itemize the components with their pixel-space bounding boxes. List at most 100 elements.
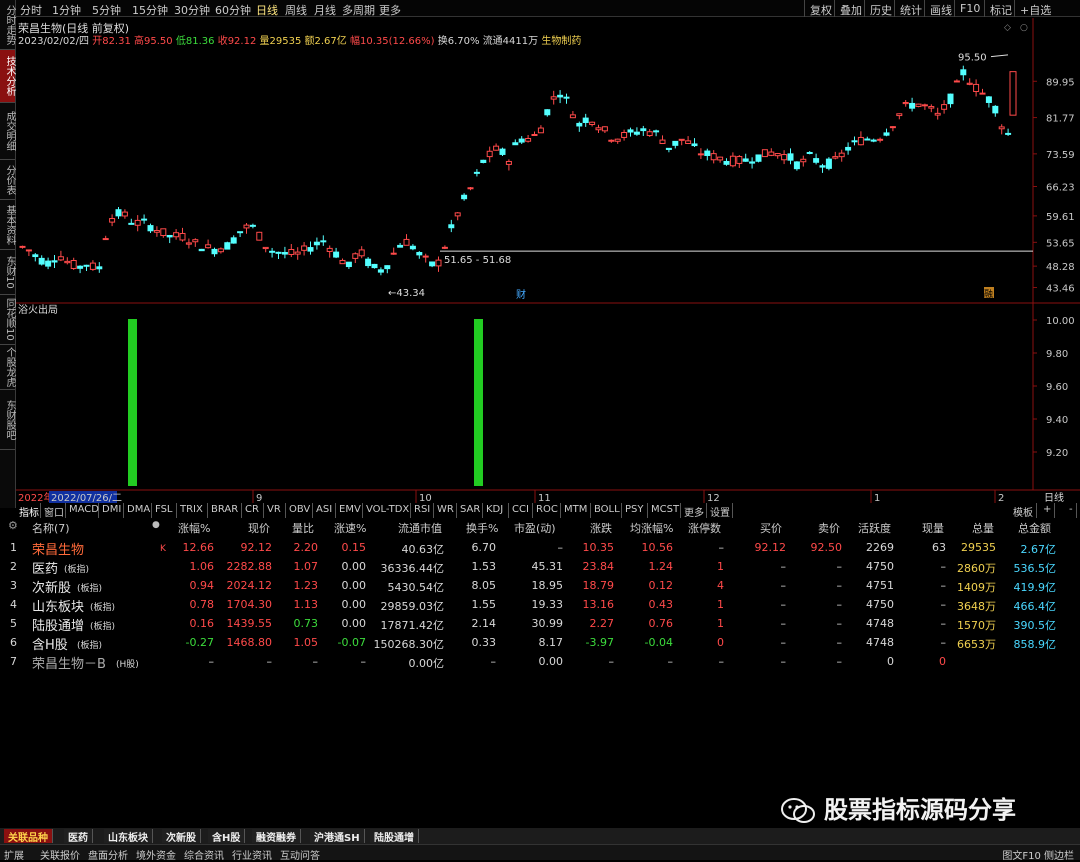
ind-tab-13[interactable]: VOL-TDX xyxy=(363,503,411,518)
col-header-6[interactable]: 换手% xyxy=(466,520,498,536)
ind-tab-2[interactable]: MACD xyxy=(66,503,99,518)
settings-gear-icon[interactable]: ⚙ xyxy=(8,519,18,532)
ind-tab-23[interactable]: MCST xyxy=(648,503,681,518)
ind-tab-9[interactable]: VR xyxy=(264,503,286,518)
col-header-11[interactable]: 买价 xyxy=(760,520,782,536)
bottom-tab-7[interactable]: 陆股通增 xyxy=(370,829,419,844)
col-header-3[interactable]: 量比 xyxy=(292,520,314,536)
ind-tab-0[interactable]: 指标 xyxy=(16,503,41,519)
table-row[interactable]: 4 山东板块 (板指) 0.78 1704.30 1.13 0.00 29859.03亿 1.5… xyxy=(0,595,1080,615)
btn-f10[interactable]: F10 xyxy=(954,0,985,17)
tf-15min[interactable]: 15分钟 xyxy=(132,2,168,18)
tf-daily[interactable]: 日线 xyxy=(256,2,278,18)
bottom-tab-6[interactable]: 沪港通SH xyxy=(310,829,365,844)
table-row[interactable]: 1 荣昌生物 K 12.66 92.12 2.20 0.15 40.63亿 6.70 – 10.35… xyxy=(0,538,1080,558)
col-header-12[interactable]: 卖价 xyxy=(818,520,840,536)
tf-30min[interactable]: 30分钟 xyxy=(174,2,210,18)
tf-1min[interactable]: 1分钟 xyxy=(52,2,81,18)
col-header-2[interactable]: 现价 xyxy=(248,520,270,536)
col-header-5[interactable]: 流通市值 xyxy=(398,520,442,536)
ind-tab-7[interactable]: BRAR xyxy=(208,503,242,518)
col-header-16[interactable]: 总金额 xyxy=(1018,520,1051,536)
ind-tab-15[interactable]: WR xyxy=(434,503,457,518)
col-header-13[interactable]: 活跃度 xyxy=(858,520,891,536)
col-header-7[interactable]: 市盈(动) xyxy=(514,520,556,536)
table-row[interactable]: 2 医药 (板指) 1.06 2282.88 1.07 0.00 36336.44亿 1.53 4… xyxy=(0,557,1080,577)
row-name[interactable]: 医药 xyxy=(32,558,58,577)
bottom-tab-5[interactable]: 融资融券 xyxy=(252,829,301,844)
ind-tab-21[interactable]: BOLL xyxy=(591,503,622,518)
btn-draw[interactable]: 画线 xyxy=(924,0,957,17)
bottom-tab-1[interactable]: 医药 xyxy=(64,829,93,844)
ind-tab-22[interactable]: PSY xyxy=(622,503,648,518)
row-name[interactable]: 荣昌生物－B xyxy=(32,653,106,672)
tf-60min[interactable]: 60分钟 xyxy=(215,2,251,18)
row-name[interactable]: 荣昌生物 xyxy=(32,539,84,558)
ind-tab-4[interactable]: DMA xyxy=(124,503,152,518)
left-tab-3[interactable]: 分价表 xyxy=(0,160,15,200)
btn-mark[interactable]: 标记 xyxy=(984,0,1017,17)
col-header-0[interactable]: 名称(7) xyxy=(32,520,70,536)
left-tab-8[interactable]: 东财股吧 xyxy=(0,390,15,450)
col-header-1[interactable]: 涨幅% xyxy=(178,520,210,536)
ind-tab-5[interactable]: FSL xyxy=(152,503,177,518)
kline-chart-area[interactable]: 荣昌生物(日线 前复权) 2023/02/02/四 开82.31 高95.50 … xyxy=(16,18,1080,506)
tf-monthly[interactable]: 月线 xyxy=(314,2,336,18)
col-header-15[interactable]: 总量 xyxy=(972,520,994,536)
right-tab-0[interactable]: 模板 xyxy=(1010,503,1037,519)
row-name[interactable]: 含H股 xyxy=(32,634,68,653)
tf-multi[interactable]: 多周期 xyxy=(342,2,375,18)
ind-tab-20[interactable]: MTM xyxy=(561,503,591,518)
ind-tab-1[interactable]: 窗口 xyxy=(41,503,66,519)
ind-tab-8[interactable]: CR xyxy=(242,503,264,518)
left-tab-7[interactable]: 个股龙虎 xyxy=(0,345,15,390)
right-tab-2[interactable]: - xyxy=(1066,503,1077,518)
table-row[interactable]: 7 荣昌生物－B (H股) – – – – 0.00亿 – 0.00 – – – – – 0 0 xyxy=(0,652,1080,672)
bottom-tab-2[interactable]: 山东板块 xyxy=(104,829,153,844)
col-header-8[interactable]: 涨跌 xyxy=(590,520,612,536)
left-tab-5[interactable]: 东财10 xyxy=(0,250,15,295)
ind-tab-19[interactable]: ROC xyxy=(533,503,561,518)
ind-tab-14[interactable]: RSI xyxy=(411,503,434,518)
ind-tab-17[interactable]: KDJ xyxy=(483,503,509,518)
ind-tab-10[interactable]: OBV xyxy=(286,503,313,518)
col-header-14[interactable]: 现量 xyxy=(922,520,944,536)
table-row[interactable]: 3 次新股 (板指) 0.94 2024.12 1.23 0.00 5430.54亿 8.05 1… xyxy=(0,576,1080,596)
col-header-4[interactable]: 涨速% xyxy=(334,520,366,536)
ind-tab-11[interactable]: ASI xyxy=(313,503,336,518)
col-header-9[interactable]: 均涨幅% xyxy=(630,520,673,536)
bottom-tab-0[interactable]: 关联品种 xyxy=(4,829,53,844)
table-row[interactable]: 6 含H股 (板指) -0.27 1468.80 1.05 -0.07 150268.30亿 0… xyxy=(0,633,1080,653)
tf-weekly[interactable]: 周线 xyxy=(285,2,307,18)
left-tab-6[interactable]: 同花顺10 xyxy=(0,295,15,345)
bottom-tab-3[interactable]: 次新股 xyxy=(162,829,201,844)
left-tab-1[interactable]: 技术分析 xyxy=(0,50,15,103)
left-tab-2[interactable]: 成交明细 xyxy=(0,103,15,160)
tf-more[interactable]: 更多 xyxy=(379,2,401,18)
tf-5min[interactable]: 5分钟 xyxy=(92,2,121,18)
btn-history[interactable]: 历史 xyxy=(864,0,897,17)
table-row[interactable]: 5 陆股通增 (板指) 0.16 1439.55 0.73 0.00 17871.42亿 2.1… xyxy=(0,614,1080,634)
ind-tab-3[interactable]: DMI xyxy=(99,503,124,518)
ind-tab-18[interactable]: CCI xyxy=(509,503,533,518)
row-name[interactable]: 陆股通增 xyxy=(32,615,84,634)
btn-fuquan[interactable]: 复权 xyxy=(804,0,837,17)
col-header-10[interactable]: 涨停数 xyxy=(688,520,721,536)
row-name[interactable]: 次新股 xyxy=(32,577,71,596)
candle-body xyxy=(838,152,845,158)
btn-overlay[interactable]: 叠加 xyxy=(834,0,867,17)
ind-tab-16[interactable]: SAR xyxy=(457,503,483,518)
tf-fenshi[interactable]: 分时 xyxy=(20,2,42,18)
ind-tab-12[interactable]: EMV xyxy=(336,503,363,518)
row-name[interactable]: 山东板块 xyxy=(32,596,84,615)
left-tab-4[interactable]: 基本资料 xyxy=(0,200,15,250)
left-tab-0[interactable]: 分时走势 xyxy=(0,0,15,50)
btn-stats[interactable]: 统计 xyxy=(894,0,927,17)
ind-tab-24[interactable]: 更多 xyxy=(681,503,707,519)
right-tab-1[interactable]: + xyxy=(1040,503,1056,518)
bottom-tab-4[interactable]: 含H股 xyxy=(208,829,246,844)
ind-tab-25[interactable]: 设置 xyxy=(707,503,733,519)
ind-tab-6[interactable]: TRIX xyxy=(177,503,208,518)
candle-body xyxy=(153,230,160,233)
btn-add-watchlist[interactable]: +自选 xyxy=(1014,0,1056,17)
